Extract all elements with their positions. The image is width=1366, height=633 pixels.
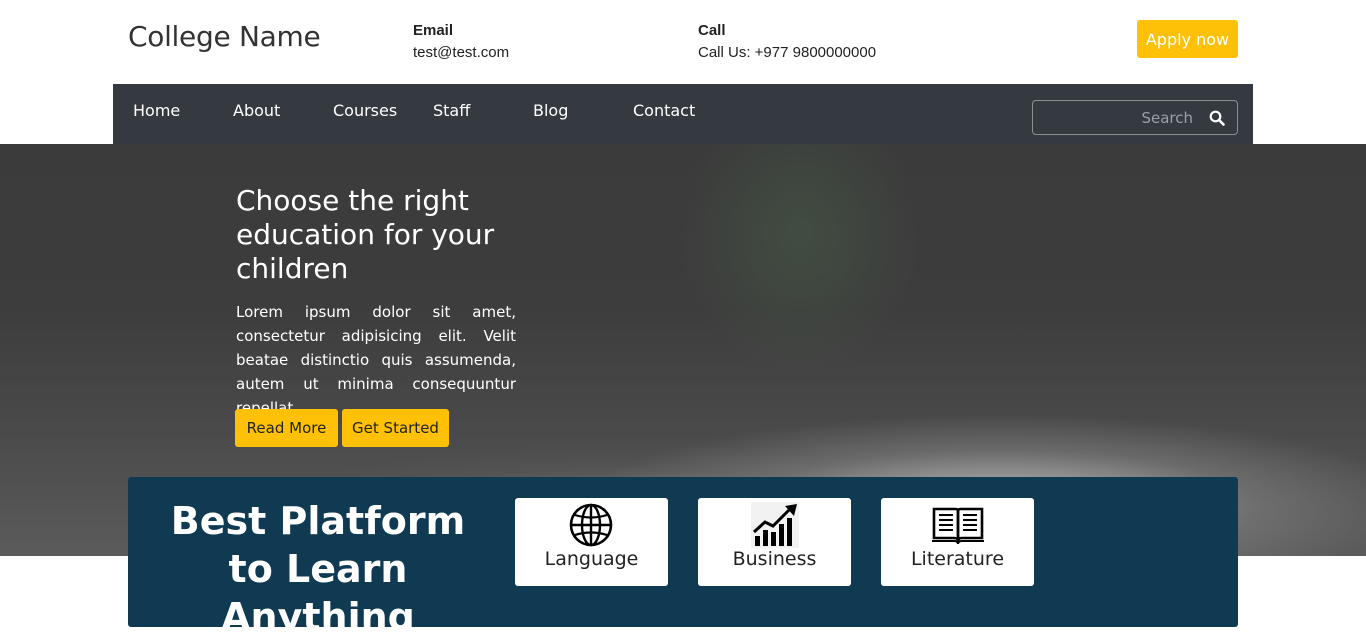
category-card-literature[interactable]: Literature xyxy=(881,498,1034,586)
get-started-button[interactable]: Get Started xyxy=(342,409,449,447)
search-icon[interactable] xyxy=(1209,110,1225,126)
hero-content: Choose the right education for your chil… xyxy=(236,184,516,420)
email-value: test@test.com xyxy=(413,44,510,61)
email-label: Email xyxy=(413,22,454,39)
call-info: Call Call Us: +977 9800000000 xyxy=(698,22,876,61)
top-header: College Name Email test@test.com Call Ca… xyxy=(0,0,1366,84)
search-box xyxy=(1032,100,1238,135)
nav-item-blog[interactable]: Blog xyxy=(533,101,568,120)
globe-icon xyxy=(569,503,613,547)
platform-panel: Best Platform to Learn Anything Language… xyxy=(128,477,1238,633)
category-label-language: Language xyxy=(544,548,639,570)
nav-item-contact[interactable]: Contact xyxy=(633,101,695,120)
apply-now-button[interactable]: Apply now xyxy=(1137,20,1238,58)
main-navbar: Home About Courses Staff Blog Contact xyxy=(113,84,1253,144)
hero-title: Choose the right education for your chil… xyxy=(236,184,495,285)
search-input[interactable] xyxy=(1041,107,1193,129)
nav-item-staff[interactable]: Staff xyxy=(433,101,470,120)
call-value: Call Us: +977 9800000000 xyxy=(698,44,877,61)
category-card-language[interactable]: Language xyxy=(515,498,668,586)
read-more-button[interactable]: Read More xyxy=(235,409,338,447)
open-book-icon xyxy=(932,507,984,545)
nav-item-about[interactable]: About xyxy=(233,101,280,120)
growth-chart-icon xyxy=(751,502,799,548)
category-label-literature: Literature xyxy=(910,548,1005,570)
email-info: Email test@test.com xyxy=(413,22,509,61)
category-label-business: Business xyxy=(732,548,817,570)
college-name-logo[interactable]: College Name xyxy=(128,20,321,53)
nav-item-courses[interactable]: Courses xyxy=(333,101,397,120)
call-label: Call xyxy=(698,22,726,39)
nav-item-home[interactable]: Home xyxy=(133,101,180,120)
hero-description: Lorem ipsum dolor sit amet, consectetur … xyxy=(236,303,516,417)
category-card-business[interactable]: Business xyxy=(698,498,851,586)
platform-title: Best Platform to Learn Anything xyxy=(170,499,466,633)
